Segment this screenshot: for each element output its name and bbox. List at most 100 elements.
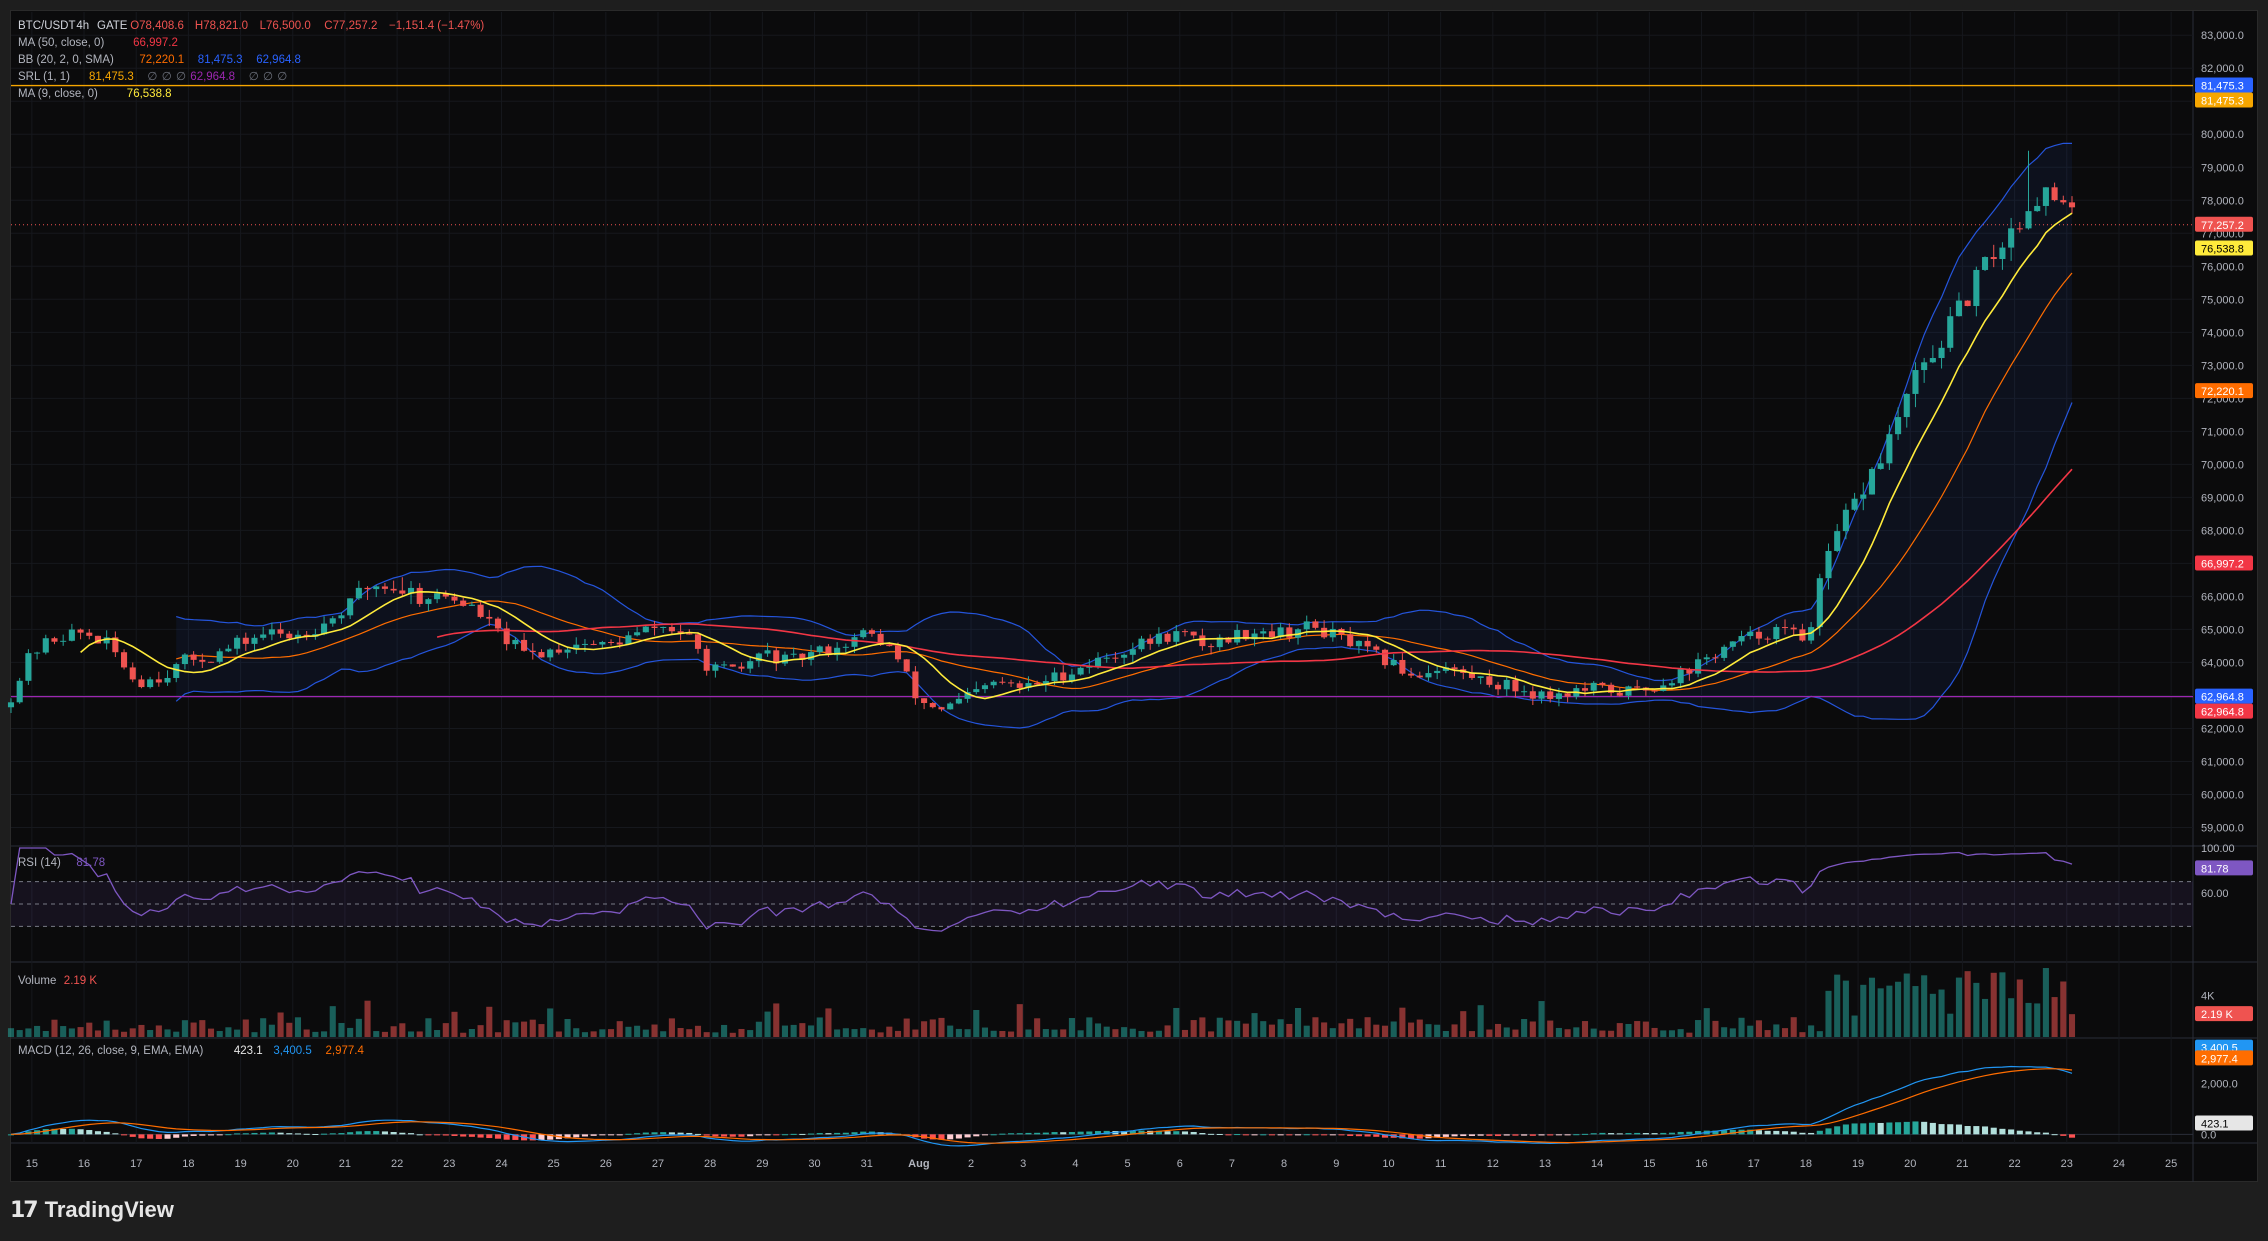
candle-body <box>1703 657 1710 660</box>
macd-histogram-bar <box>1564 1134 1571 1136</box>
volume-bar <box>816 1017 823 1037</box>
candle-body <box>1538 691 1545 699</box>
volume-bar <box>1521 1019 1528 1037</box>
candle-body <box>2025 211 2032 229</box>
legend-bb-part: 81,475.3 <box>198 54 243 66</box>
candle-body <box>1981 257 1989 270</box>
rsi-axis-tick: 60.00 <box>2201 888 2229 900</box>
time-axis-label: 21 <box>1956 1158 1968 1170</box>
candle-body <box>1103 657 1110 659</box>
legend-srl-part: ∅ <box>263 71 273 83</box>
macd-histogram-bar <box>251 1132 258 1135</box>
volume-bar <box>1903 973 1910 1037</box>
volume-bar <box>1060 1029 1067 1037</box>
macd-histogram-bar <box>1286 1134 1293 1136</box>
candle-body <box>1773 627 1780 640</box>
macd-histogram-bar <box>634 1133 641 1135</box>
volume-bar <box>1973 982 1980 1037</box>
candle-body <box>1721 646 1728 658</box>
macd-histogram-bar <box>286 1133 293 1135</box>
volume-bar <box>955 1028 962 1037</box>
candle-body <box>1112 657 1119 659</box>
macd-histogram-bar <box>599 1134 606 1136</box>
macd-histogram-bar <box>955 1134 962 1139</box>
candle-body <box>2068 202 2076 208</box>
candle-body <box>1155 633 1162 644</box>
macd-histogram-bar <box>1677 1131 1684 1135</box>
macd-histogram-bar <box>1442 1134 1449 1137</box>
candle-body <box>1260 631 1267 634</box>
macd-histogram-bar <box>1555 1134 1562 1136</box>
candle-body <box>1529 691 1536 699</box>
macd-histogram-bar <box>260 1132 267 1135</box>
macd-histogram-bar <box>764 1134 771 1136</box>
volume-bar <box>912 1029 919 1037</box>
time-axis-label: 30 <box>808 1158 820 1170</box>
volume-bar <box>1912 986 1919 1037</box>
macd-histogram-bar <box>138 1134 145 1139</box>
macd-histogram-bar <box>155 1134 162 1139</box>
macd-histogram-bar <box>1034 1132 1041 1135</box>
macd-histogram-bar <box>1825 1128 1832 1135</box>
macd-histogram-bar <box>486 1134 493 1139</box>
volume-bar <box>894 1030 902 1037</box>
candle-body <box>1408 673 1415 676</box>
macd-histogram-bar <box>1973 1126 1980 1135</box>
volume-bar <box>1234 1020 1241 1037</box>
macd-histogram-bar <box>1060 1132 1067 1135</box>
volume-bar <box>416 1031 423 1037</box>
candle-body <box>1173 631 1180 642</box>
macd-histogram-bar <box>277 1132 284 1135</box>
price-axis-tick: 83,000.0 <box>2201 30 2244 42</box>
volume-bar <box>999 1031 1006 1037</box>
macd-histogram-bar <box>1938 1124 1945 1135</box>
volume-bar <box>1642 1021 1649 1037</box>
tradingview-logo-icon: 17 <box>10 1197 39 1223</box>
volume-bar <box>1077 1030 1084 1037</box>
volume-bar <box>947 1025 954 1037</box>
candle-body <box>1312 621 1319 628</box>
volume-bar <box>538 1024 545 1037</box>
volume-bar <box>1329 1028 1336 1037</box>
volume-bar <box>68 1028 75 1037</box>
volume-bar <box>929 1019 936 1037</box>
candle-body <box>1486 676 1493 685</box>
macd-histogram-bar <box>1329 1134 1336 1136</box>
volume-bar <box>425 1018 432 1037</box>
candle-body <box>277 629 284 634</box>
candle-body <box>1181 631 1189 633</box>
time-axis-label: 11 <box>1435 1158 1446 1170</box>
macd-histogram-bar <box>1008 1133 1015 1135</box>
time-axis-label: 25 <box>2165 1158 2177 1170</box>
macd-histogram-bar <box>1208 1133 1215 1135</box>
macd-histogram-bar <box>373 1131 380 1135</box>
volume-bar <box>1208 1031 1215 1037</box>
candle-body <box>1938 347 1945 359</box>
candle-body <box>651 626 658 628</box>
macd-histogram-bar <box>590 1134 597 1136</box>
macd-histogram-bar <box>77 1129 84 1135</box>
candle-body <box>1668 683 1676 686</box>
time-axis-label: 20 <box>287 1158 299 1170</box>
volume-bar <box>286 1022 293 1037</box>
candle-body <box>921 698 928 704</box>
chart-canvas[interactable]: 83,000.082,000.081,000.080,000.079,000.0… <box>0 0 2268 1185</box>
candle-body <box>816 646 823 653</box>
volume-bar <box>1399 1007 1406 1037</box>
candle-body <box>60 640 67 642</box>
volume-bar <box>729 1032 736 1037</box>
time-axis-label: 21 <box>339 1158 351 1170</box>
macd-histogram-bar <box>616 1134 623 1136</box>
volume-bar <box>1955 977 1962 1037</box>
legend-bb-part: BB (20, 2, 0, SMA) <box>18 54 114 66</box>
volume-bar <box>294 1017 302 1037</box>
volume-bar <box>1086 1017 1093 1037</box>
volume-bar <box>1016 1004 1023 1037</box>
candle-body <box>712 664 719 671</box>
volume-bar <box>564 1019 571 1037</box>
macd-histogram-bar <box>642 1132 649 1135</box>
rsi-value-badge-text: 81.78 <box>2201 863 2229 875</box>
volume-bar <box>851 1029 858 1037</box>
macd-histogram-bar <box>1686 1131 1693 1135</box>
macd-histogram-bar <box>1364 1134 1371 1137</box>
